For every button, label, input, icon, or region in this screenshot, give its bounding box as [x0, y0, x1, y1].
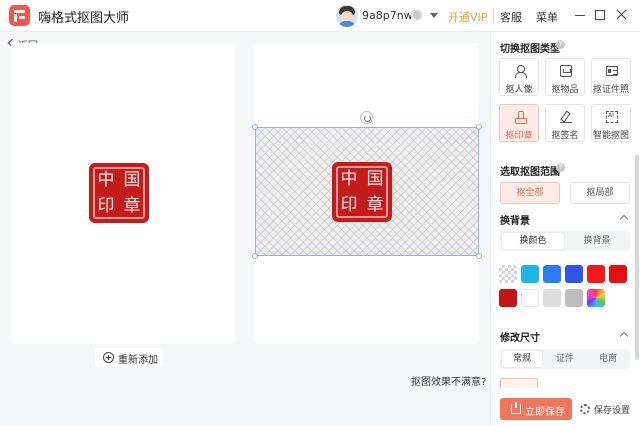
seal-char: 印	[340, 195, 358, 215]
type-card-smart[interactable]: 智能抠图	[591, 104, 631, 142]
seal-char: 国	[123, 170, 141, 190]
resize-handle[interactable]	[476, 124, 482, 130]
type-card-id-photo[interactable]: 抠证件照	[591, 58, 631, 96]
ai-icon	[606, 111, 618, 123]
color-swatch-transparent[interactable]	[499, 265, 517, 283]
seal-char: 章	[123, 196, 141, 216]
seal-char: 印	[97, 196, 115, 216]
user-dropdown-chevron-icon[interactable]	[430, 13, 438, 18]
color-swatch-blue[interactable]	[543, 265, 561, 283]
save-now-button[interactable]: 立即保存	[500, 398, 572, 420]
type-card-label: 抠印章	[505, 131, 533, 141]
type-card-signature[interactable]: 抠签名	[545, 104, 585, 142]
gear-icon	[580, 404, 590, 414]
color-swatch-gray[interactable]	[565, 289, 583, 307]
section-background-title: 换背景	[500, 216, 530, 227]
title-bar: 嗨格式抠图大师 9a8p7nw 开通VIP 客服 菜单	[0, 0, 640, 32]
sidebar-scrollbar[interactable]	[635, 155, 639, 360]
resize-handle[interactable]	[252, 124, 258, 130]
seal-char: 中	[97, 170, 115, 190]
tab-change-color[interactable]: 换颜色	[502, 233, 564, 249]
re-add-button[interactable]: 重新添加	[95, 348, 163, 367]
help-icon[interactable]: ?	[556, 163, 565, 172]
range-partial-button[interactable]: 抠局部	[570, 182, 630, 204]
type-card-stamp[interactable]: 抠印章	[499, 104, 539, 142]
vip-badge-icon	[411, 9, 423, 21]
minimize-icon[interactable]	[574, 8, 586, 22]
download-icon	[511, 402, 521, 414]
section-cutout-type-title: 切换抠图类型	[500, 44, 560, 55]
size-tabs: 常规 证件 电商	[500, 349, 630, 369]
type-card-label: 抠签名	[551, 131, 579, 141]
menu-button[interactable]: 菜单	[536, 9, 558, 25]
box-icon	[560, 65, 572, 77]
color-swatch-white[interactable]	[521, 289, 539, 307]
color-picker-rainbow-icon[interactable]	[587, 289, 605, 307]
type-card-object[interactable]: 抠物品	[545, 58, 585, 96]
type-card-label: 抠证件照	[592, 85, 629, 95]
color-swatch-cyan[interactable]	[521, 265, 539, 283]
id-card-icon	[606, 66, 618, 76]
app-logo-icon	[9, 5, 30, 26]
range-all-button[interactable]: 抠全部	[500, 182, 560, 204]
section-range-title: 选取抠图范围	[500, 167, 560, 178]
rotate-icon[interactable]	[360, 111, 373, 124]
stamp-icon	[514, 111, 527, 124]
username[interactable]: 9a8p7nw	[362, 9, 413, 22]
tab-size-id[interactable]: 证件	[545, 351, 585, 367]
size-option-card[interactable]	[500, 378, 538, 388]
background-tabs: 换颜色 换背景	[500, 231, 630, 251]
user-avatar[interactable]	[336, 5, 358, 27]
resize-handle[interactable]	[476, 253, 482, 259]
save-now-label: 立即保存	[525, 407, 565, 418]
seal-char: 国	[366, 169, 384, 189]
close-icon[interactable]	[614, 7, 628, 21]
app-title: 嗨格式抠图大师	[38, 11, 130, 26]
tab-change-background[interactable]: 换背景	[566, 233, 628, 249]
signature-icon	[560, 111, 572, 123]
re-add-label: 重新添加	[118, 355, 158, 366]
seal-result-image: 中 国 印 章	[332, 162, 392, 222]
type-card-label: 抠物品	[551, 85, 579, 95]
resize-handle[interactable]	[252, 253, 258, 259]
tab-size-ecommerce[interactable]: 电商	[588, 351, 628, 367]
help-icon[interactable]: ?	[556, 40, 565, 49]
add-circle-icon	[103, 352, 114, 363]
section-size-title: 修改尺寸	[500, 333, 540, 344]
open-vip-link[interactable]: 开通VIP	[448, 9, 487, 25]
selection-box[interactable]: 中 国 印 章	[255, 127, 479, 256]
customer-service-button[interactable]: 客服	[500, 9, 522, 25]
color-swatch-dark-red[interactable]	[499, 289, 517, 307]
seal-char: 中	[340, 169, 358, 189]
type-card-portrait[interactable]: 抠人像	[499, 58, 539, 96]
seal-original-image: 中 国 印 章	[89, 163, 149, 223]
save-settings-label: 保存设置	[594, 406, 631, 416]
seal-char: 章	[366, 195, 384, 215]
unsatisfied-feedback-link[interactable]: 抠图效果不满意?	[411, 373, 486, 388]
tab-size-normal[interactable]: 常规	[502, 351, 542, 367]
original-image-panel: 中 国 印 章	[11, 43, 235, 344]
type-card-label: 智能抠图	[592, 131, 629, 141]
type-card-label: 抠人像	[505, 85, 533, 95]
color-swatch-light-gray[interactable]	[543, 289, 561, 307]
maximize-icon[interactable]	[595, 10, 605, 20]
color-swatch-red-2[interactable]	[609, 265, 627, 283]
color-swatch-red[interactable]	[587, 265, 605, 283]
color-swatch-deep-blue[interactable]	[565, 265, 583, 283]
person-icon	[514, 65, 527, 78]
title-separator	[493, 9, 494, 23]
